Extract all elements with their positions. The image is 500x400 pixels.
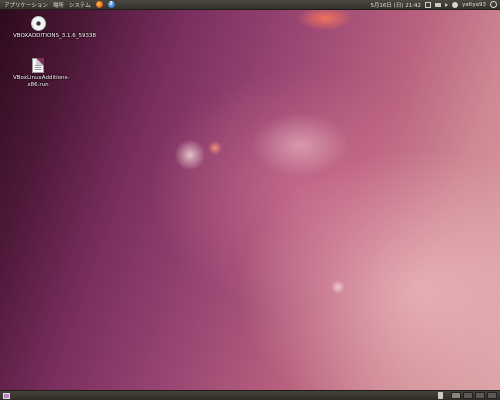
workspace-4[interactable] <box>487 392 497 399</box>
desktop-icon-vboxlinuxadditions[interactable]: VBoxLinuxAdditions-x86.run <box>13 58 70 89</box>
trash-icon[interactable] <box>438 392 443 399</box>
workspace-3[interactable] <box>475 392 485 399</box>
desktop-icon-label: VBOXADDITIONS_3.1.6_59338 <box>13 33 96 39</box>
bottom-panel-right <box>438 392 500 399</box>
show-desktop-icon[interactable] <box>3 392 10 399</box>
user-icon[interactable] <box>452 1 459 8</box>
top-panel: アプリケーション 場所 システム ? 5月16日 (日) 21:42 yalty… <box>0 0 500 10</box>
applications-menu[interactable]: アプリケーション <box>4 1 48 9</box>
firefox-icon[interactable] <box>95 1 103 8</box>
user-name[interactable]: yaltya93 <box>462 2 486 8</box>
workspace-1[interactable] <box>451 392 461 399</box>
network-icon[interactable] <box>425 1 432 8</box>
cd-disc-icon <box>30 16 46 31</box>
desktop-icon-label: VBoxLinuxAdditions-x86.run <box>13 75 70 88</box>
power-icon[interactable] <box>490 1 497 8</box>
bottom-panel <box>0 390 500 400</box>
top-panel-menus: アプリケーション 場所 システム ? <box>0 1 115 9</box>
text-file-icon <box>32 58 44 73</box>
desktop[interactable]: アプリケーション 場所 システム ? 5月16日 (日) 21:42 yalty… <box>0 0 500 400</box>
workspace-2[interactable] <box>463 392 473 399</box>
clock[interactable]: 5月16日 (日) 21:42 <box>370 1 421 9</box>
help-icon[interactable]: ? <box>107 1 115 8</box>
desktop-icon-vboxadditions[interactable]: VBOXADDITIONS_3.1.6_59338 <box>13 16 96 40</box>
top-panel-tray: 5月16日 (日) 21:42 yaltya93 <box>370 1 500 9</box>
mail-icon[interactable] <box>435 2 442 7</box>
places-menu[interactable]: 場所 <box>53 1 64 9</box>
volume-icon[interactable] <box>445 2 449 7</box>
system-menu[interactable]: システム <box>69 1 91 9</box>
